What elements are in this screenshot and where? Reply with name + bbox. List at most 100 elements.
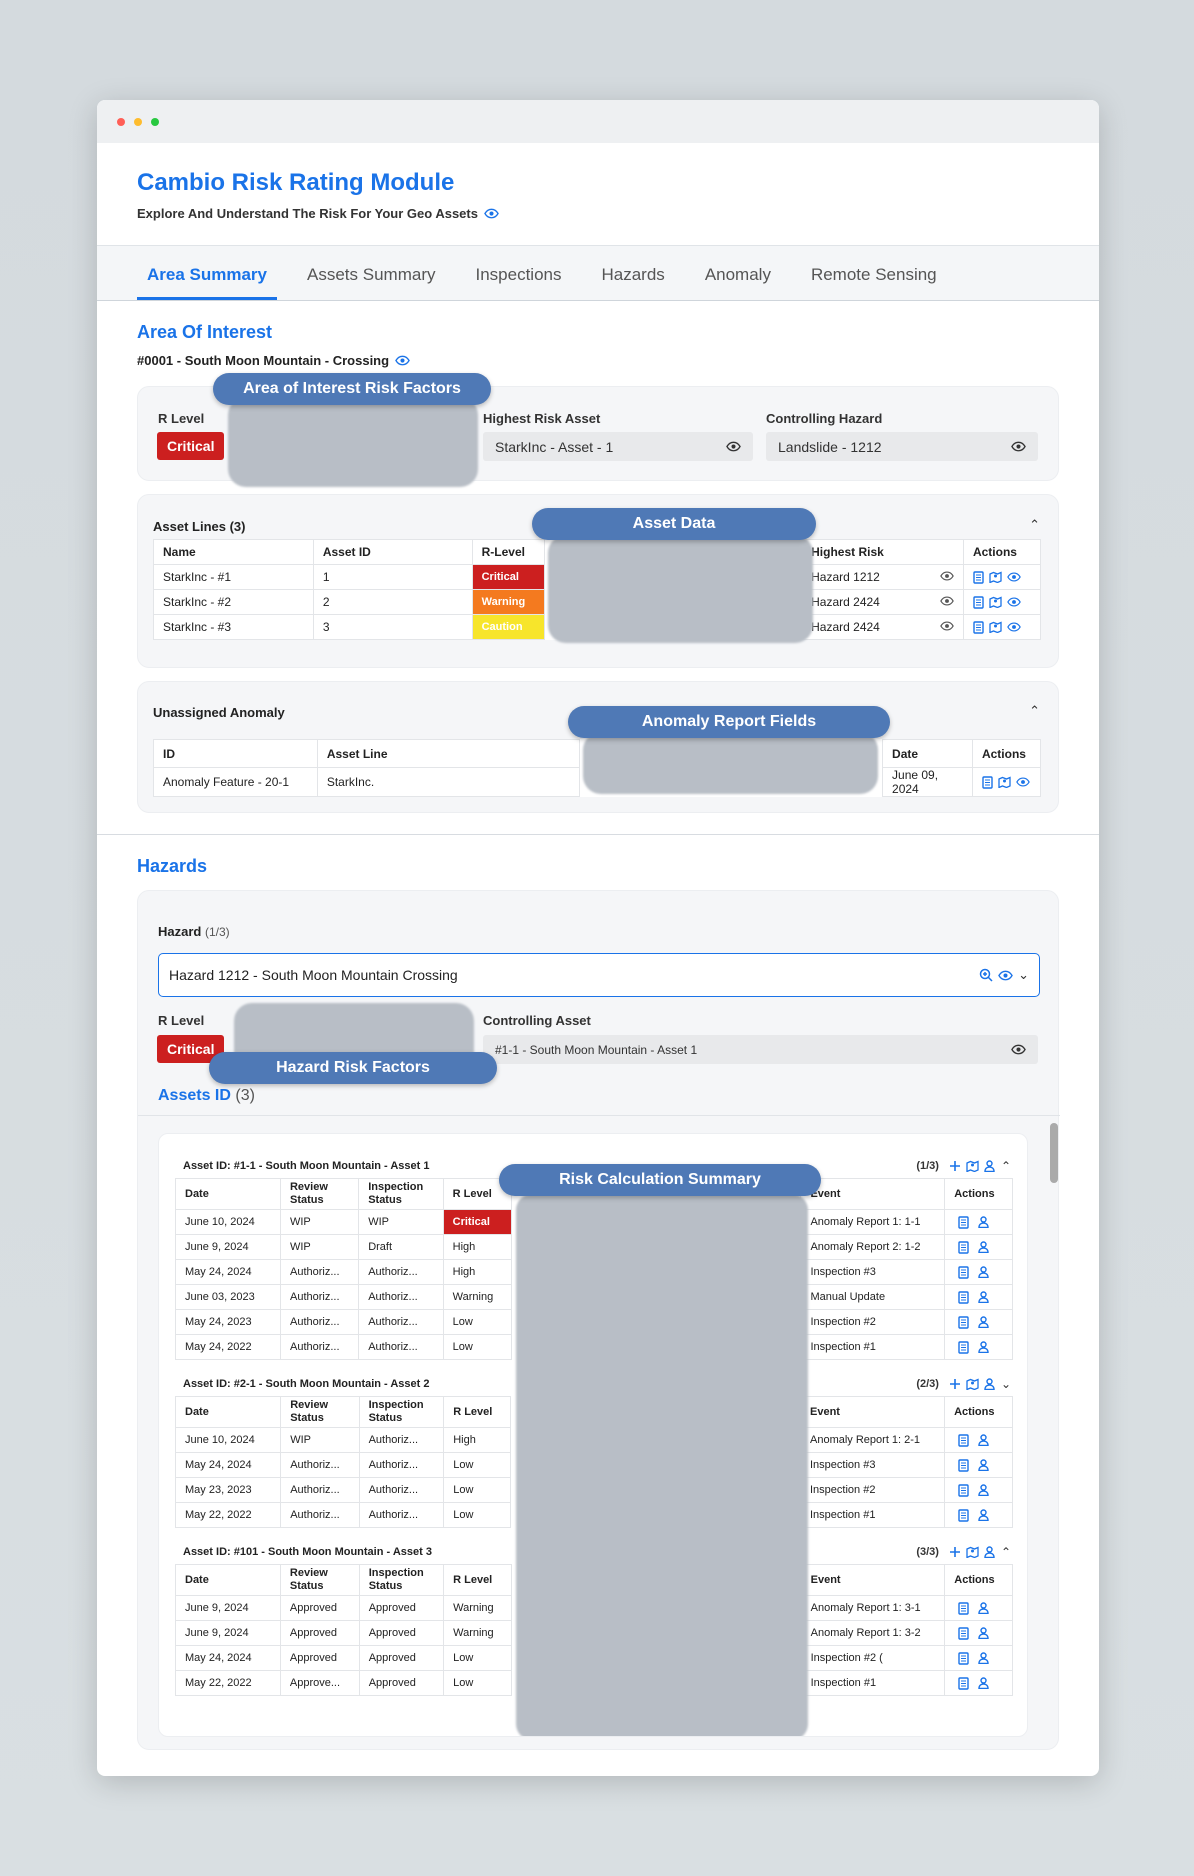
document-icon[interactable] bbox=[982, 775, 993, 789]
cell-review-status: Approve... bbox=[279, 1670, 360, 1696]
assets-scrollbar[interactable] bbox=[1050, 1123, 1058, 1183]
hazard-select[interactable]: Hazard 1212 - South Moon Mountain Crossi… bbox=[158, 953, 1040, 997]
controlling-hazard-value: Landslide - 1212 bbox=[778, 438, 882, 455]
document-icon[interactable] bbox=[958, 1508, 969, 1522]
document-icon[interactable] bbox=[973, 570, 984, 584]
document-icon[interactable] bbox=[958, 1290, 969, 1304]
tab-hazards[interactable]: Hazards bbox=[592, 265, 675, 300]
user-icon[interactable] bbox=[978, 1652, 989, 1664]
cell-asset-id: 3 bbox=[312, 614, 473, 640]
user-icon[interactable] bbox=[978, 1627, 989, 1639]
user-icon[interactable] bbox=[978, 1434, 989, 1446]
document-icon[interactable] bbox=[958, 1601, 969, 1615]
chevron-down-icon[interactable]: ⌄ bbox=[1018, 967, 1029, 983]
eye-icon[interactable] bbox=[1007, 597, 1021, 607]
user-icon[interactable] bbox=[978, 1509, 989, 1521]
eye-icon[interactable] bbox=[1011, 1044, 1026, 1055]
document-icon[interactable] bbox=[973, 595, 984, 609]
asset-block-icons bbox=[949, 1546, 995, 1558]
col-id: ID bbox=[153, 739, 318, 768]
document-icon[interactable] bbox=[958, 1483, 969, 1497]
cell-review-status: Authoriz... bbox=[280, 1477, 360, 1503]
eye-icon[interactable] bbox=[1007, 572, 1021, 582]
eye-icon[interactable] bbox=[395, 355, 410, 366]
tab-assets-summary[interactable]: Assets Summary bbox=[297, 265, 445, 300]
user-icon[interactable] bbox=[978, 1602, 989, 1614]
eye-icon[interactable] bbox=[1016, 777, 1030, 787]
map-icon[interactable] bbox=[966, 1546, 979, 1558]
map-icon[interactable] bbox=[989, 596, 1002, 608]
eye-icon[interactable] bbox=[940, 571, 954, 581]
map-icon[interactable] bbox=[966, 1378, 979, 1390]
document-icon[interactable] bbox=[958, 1651, 969, 1665]
tab-area-summary[interactable]: Area Summary bbox=[137, 265, 278, 300]
minimize-dot[interactable] bbox=[134, 117, 142, 126]
maximize-dot[interactable] bbox=[151, 117, 159, 126]
eye-icon[interactable] bbox=[940, 621, 954, 631]
user-icon[interactable] bbox=[978, 1316, 989, 1328]
col-insp: Inspection Status bbox=[358, 1564, 445, 1596]
user-icon[interactable] bbox=[978, 1216, 989, 1228]
document-icon[interactable] bbox=[973, 620, 984, 634]
user-icon[interactable] bbox=[978, 1459, 989, 1471]
eye-icon[interactable] bbox=[1011, 441, 1026, 452]
cell-actions bbox=[944, 1645, 1013, 1671]
eye-icon[interactable] bbox=[998, 970, 1013, 981]
anomaly-panel: Unassigned Anomaly ⌃ ID Asset Line Date … bbox=[137, 681, 1059, 813]
cell-actions bbox=[944, 1477, 1013, 1503]
user-icon[interactable] bbox=[978, 1266, 989, 1278]
action-icons bbox=[954, 1433, 1003, 1447]
document-icon[interactable] bbox=[958, 1340, 969, 1354]
plus-icon[interactable] bbox=[949, 1378, 961, 1390]
eye-icon[interactable] bbox=[484, 208, 499, 219]
user-icon[interactable] bbox=[978, 1484, 989, 1496]
user-icon[interactable] bbox=[978, 1677, 989, 1689]
document-icon[interactable] bbox=[958, 1315, 969, 1329]
document-icon[interactable] bbox=[958, 1265, 969, 1279]
chevron-up-icon[interactable]: ⌃ bbox=[1001, 1545, 1011, 1559]
tab-inspections[interactable]: Inspections bbox=[466, 265, 572, 300]
map-icon[interactable] bbox=[989, 571, 1002, 583]
chevron-down-icon[interactable]: ⌄ bbox=[1001, 1377, 1011, 1391]
document-icon[interactable] bbox=[958, 1676, 969, 1690]
map-icon[interactable] bbox=[989, 621, 1002, 633]
hazard-label-row: Hazard (1/3) bbox=[158, 924, 230, 939]
cell-inspection-status: Authoriz... bbox=[358, 1477, 445, 1503]
chevron-up-icon[interactable]: ⌃ bbox=[1029, 703, 1040, 719]
aoi-name-text: #0001 - South Moon Mountain - Crossing bbox=[137, 353, 390, 368]
plus-icon[interactable] bbox=[949, 1160, 961, 1172]
cell-r-level: Low bbox=[442, 1309, 512, 1335]
cell-date: June 10, 2024 bbox=[175, 1209, 281, 1235]
eye-icon[interactable] bbox=[940, 596, 954, 606]
user-icon[interactable] bbox=[984, 1378, 995, 1390]
chevron-up-icon[interactable]: ⌃ bbox=[1001, 1159, 1011, 1173]
col-event: Event bbox=[800, 1564, 946, 1596]
map-icon[interactable] bbox=[966, 1160, 979, 1172]
section-divider bbox=[97, 834, 1099, 835]
chevron-up-icon[interactable]: ⌃ bbox=[1029, 517, 1040, 533]
eye-icon[interactable] bbox=[1007, 622, 1021, 632]
document-icon[interactable] bbox=[958, 1215, 969, 1229]
document-icon[interactable] bbox=[958, 1433, 969, 1447]
close-dot[interactable] bbox=[117, 117, 125, 126]
zoom-icon[interactable] bbox=[979, 968, 993, 982]
action-icons bbox=[954, 1676, 1003, 1690]
cell-r-level: Warning bbox=[443, 1595, 513, 1621]
user-icon[interactable] bbox=[984, 1160, 995, 1172]
plus-icon[interactable] bbox=[949, 1546, 961, 1558]
user-icon[interactable] bbox=[984, 1546, 995, 1558]
map-icon[interactable] bbox=[998, 776, 1011, 788]
document-icon[interactable] bbox=[958, 1240, 969, 1254]
document-icon[interactable] bbox=[958, 1458, 969, 1472]
document-icon[interactable] bbox=[958, 1626, 969, 1640]
tab-remote-sensing[interactable]: Remote Sensing bbox=[801, 265, 947, 300]
action-icons bbox=[954, 1265, 1003, 1279]
hazard-panel: Hazard (1/3) Hazard 1212 - South Moon Mo… bbox=[137, 890, 1060, 1750]
user-icon[interactable] bbox=[978, 1341, 989, 1353]
eye-icon[interactable] bbox=[726, 441, 741, 452]
highest-risk-wrap: Hazard 2424 bbox=[811, 595, 954, 609]
user-icon[interactable] bbox=[978, 1291, 989, 1303]
subtitle-text: Explore And Understand The Risk For Your… bbox=[137, 206, 478, 221]
user-icon[interactable] bbox=[978, 1241, 989, 1253]
tab-anomaly[interactable]: Anomaly bbox=[695, 265, 781, 300]
